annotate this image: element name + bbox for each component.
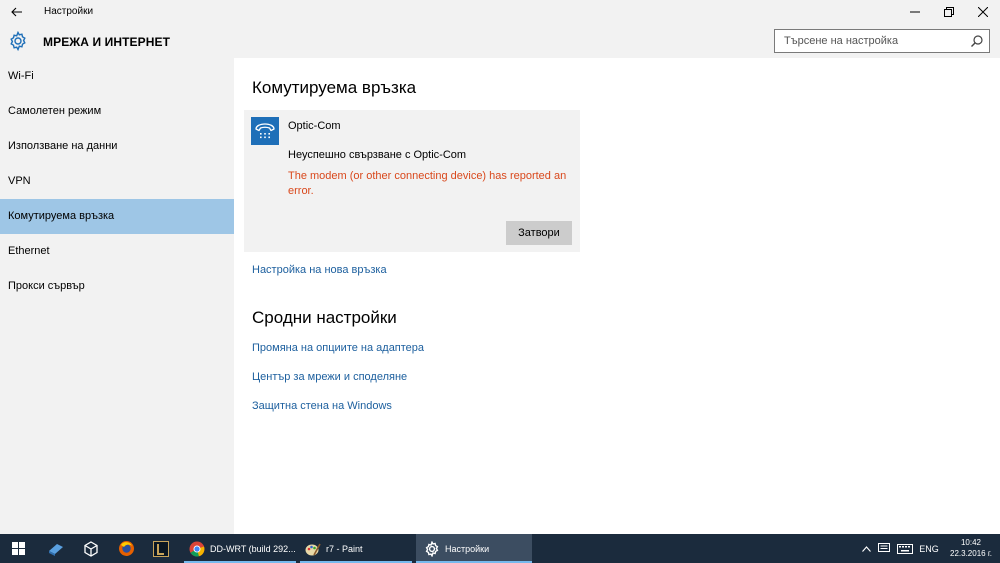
clock-time: 10:42 <box>960 538 982 547</box>
search-icon[interactable] <box>970 34 984 48</box>
clock-date: 22.3.2016 г. <box>950 549 992 558</box>
taskbar-pinned-app-1[interactable] <box>43 534 69 563</box>
close-icon <box>978 7 988 17</box>
gear-icon <box>425 540 439 557</box>
connection-error: The modem (or other connecting device) h… <box>288 170 567 197</box>
adapter-options-link[interactable]: Промяна на опциите на адаптера <box>252 342 424 354</box>
taskbar-app-label: Настройки <box>445 543 490 554</box>
taskbar-app-label: DD-WRT (build 292... <box>210 543 296 554</box>
connection-name: Optic-Com <box>288 120 341 132</box>
message-icon <box>878 543 890 552</box>
setup-new-connection-link[interactable]: Настройка на нова връзка <box>252 264 387 276</box>
taskbar: DD-WRT (build 292... r7 - Paint Настройк… <box>0 534 1000 563</box>
unity-icon <box>84 540 98 557</box>
related-settings-heading: Сродни настройки <box>252 308 397 327</box>
search-input[interactable] <box>775 30 965 52</box>
keyboard-icon <box>897 543 913 554</box>
clock[interactable]: 10:42 22.3.2016 г. <box>950 537 992 559</box>
main-content: Комутируема връзка Optic-Com Неуспешно с… <box>234 58 1000 534</box>
start-button[interactable] <box>0 534 36 563</box>
taskbar-app-settings[interactable]: Настройки <box>416 534 532 563</box>
sidebar-item-proxy[interactable]: Прокси сървър <box>0 269 234 304</box>
settings-window: Настройки МРЕЖА И ИНТЕРНЕТ Търсене на на… <box>0 0 1000 534</box>
section-title: МРЕЖА И ИНТЕРНЕТ <box>43 35 171 49</box>
keyboard-button[interactable] <box>895 534 915 563</box>
window-title: Настройки <box>44 6 94 17</box>
chrome-icon <box>189 541 205 557</box>
taskbar-app-chrome[interactable]: DD-WRT (build 292... <box>184 534 296 563</box>
settings-header: МРЕЖА И ИНТЕРНЕТ <box>0 24 1000 58</box>
action-center-button[interactable] <box>876 534 892 563</box>
restore-button[interactable] <box>932 0 966 24</box>
search-box[interactable] <box>774 29 990 53</box>
back-arrow-icon <box>11 7 22 17</box>
page-title: Комутируема връзка <box>252 78 417 97</box>
sidebar-item-ethernet[interactable]: Ethernet <box>0 234 234 269</box>
taskbar-unity-app[interactable] <box>78 534 104 563</box>
close-button[interactable]: Затвори <box>506 221 572 245</box>
taskbar-firefox-app[interactable] <box>113 534 139 563</box>
close-window-button[interactable] <box>966 0 1000 24</box>
title-bar: Настройки <box>0 0 1000 24</box>
taskbar-app-label: r7 - Paint <box>326 543 363 554</box>
back-button[interactable] <box>0 0 34 24</box>
sidebar-item-wifi[interactable]: Wi-Fi <box>0 59 234 94</box>
connection-status: Неуспешно свързване с Optic-Com <box>288 149 467 161</box>
chevron-up-icon <box>861 545 871 552</box>
sidebar: Wi-Fi Самолетен режим Използване на данн… <box>0 58 234 534</box>
taskbar-league-app[interactable] <box>148 534 174 563</box>
show-hidden-icons-button[interactable] <box>858 534 874 563</box>
monitor-app-icon <box>49 543 63 556</box>
taskbar-app-paint[interactable]: r7 - Paint <box>300 534 412 563</box>
restore-icon <box>944 7 954 17</box>
network-sharing-center-link[interactable]: Център за мрежи и споделяне <box>252 371 407 383</box>
sidebar-item-airplane-mode[interactable]: Самолетен режим <box>0 94 234 129</box>
sidebar-item-vpn[interactable]: VPN <box>0 164 234 199</box>
windows-logo-icon <box>11 542 25 555</box>
paint-icon <box>305 543 321 555</box>
language-indicator[interactable]: ENG <box>918 534 940 563</box>
windows-firewall-link[interactable]: Защитна стена на Windows <box>252 400 392 412</box>
firefox-icon <box>118 541 134 556</box>
sidebar-item-data-usage[interactable]: Използване на данни <box>0 129 234 164</box>
dial-up-phone-icon <box>251 117 279 145</box>
league-icon <box>153 540 169 557</box>
minimize-button[interactable] <box>898 0 932 24</box>
connection-card[interactable]: Optic-Com Неуспешно свързване с Optic-Co… <box>244 110 580 252</box>
gear-icon <box>10 31 26 51</box>
sidebar-item-dial-up[interactable]: Комутируема връзка <box>0 199 234 234</box>
minimize-icon <box>910 11 920 13</box>
